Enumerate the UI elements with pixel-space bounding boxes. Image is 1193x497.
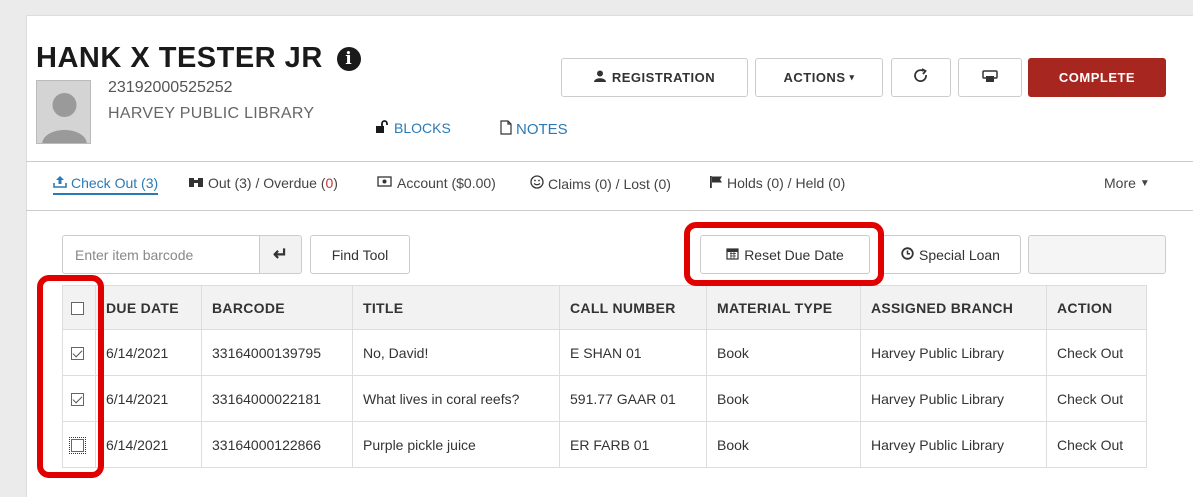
- column-header-action[interactable]: ACTION: [1046, 285, 1147, 330]
- material-type-cell: Book: [706, 421, 861, 468]
- table-row[interactable]: 6/14/2021 33164000139795 No, David! E SH…: [62, 329, 1147, 376]
- enter-arrow-icon: ↵: [272, 244, 289, 264]
- patron-name: HANK X TESTER JR: [36, 42, 323, 74]
- caret-down-icon: ▼: [1139, 177, 1150, 189]
- material-type-cell: Book: [706, 375, 861, 422]
- file-icon: [500, 120, 512, 139]
- highlight-checkbox-column: [37, 275, 104, 478]
- avatar: [36, 80, 91, 144]
- column-header-due-date[interactable]: DUE DATE: [95, 285, 202, 330]
- due-date-cell: 6/14/2021: [95, 421, 202, 468]
- actions-label: ACTIONS: [783, 70, 846, 85]
- clock-icon: [901, 246, 914, 263]
- highlight-reset-due-date: [684, 222, 884, 286]
- patron-id: 23192000525252: [108, 79, 233, 96]
- table-row[interactable]: 6/14/2021 33164000022181 What lives in c…: [62, 375, 1147, 422]
- tab-account-label: Account ($0.00): [397, 175, 496, 191]
- smile-icon: [530, 175, 544, 192]
- tab-claims-lost[interactable]: Claims (0) / Lost (0): [530, 175, 671, 192]
- branch-cell: Harvey Public Library: [860, 329, 1047, 376]
- tab-out-overdue[interactable]: Out (3) / Overdue (0): [188, 175, 338, 191]
- action-cell: Check Out: [1046, 375, 1147, 422]
- table-row[interactable]: 6/14/2021 33164000122866 Purple pickle j…: [62, 421, 1147, 468]
- action-cell: Check Out: [1046, 421, 1147, 468]
- barcode-cell: 33164000022181: [201, 375, 353, 422]
- refresh-button[interactable]: [891, 58, 951, 97]
- registration-label: REGISTRATION: [611, 70, 716, 85]
- more-label: More: [1104, 175, 1136, 191]
- patron-library: HARVEY PUBLIC LIBRARY: [108, 105, 315, 122]
- find-tool-button[interactable]: Find Tool: [310, 235, 410, 274]
- actions-dropdown-button[interactable]: ACTIONS ▾: [755, 58, 883, 97]
- column-header-material-type[interactable]: MATERIAL TYPE: [706, 285, 861, 330]
- column-header-assigned-branch[interactable]: ASSIGNED BRANCH: [860, 285, 1047, 330]
- binoculars-icon: [188, 175, 204, 191]
- printer-icon: [982, 69, 998, 86]
- unlock-icon: [375, 120, 389, 136]
- tab-out-label: Out (3) / Overdue (0): [208, 175, 338, 191]
- material-type-cell: Book: [706, 329, 861, 376]
- tab-check-out-label: Check Out (3): [71, 175, 159, 191]
- due-date-cell: 6/14/2021: [95, 375, 202, 422]
- call-number-cell: ER FARB 01: [559, 421, 707, 468]
- info-icon[interactable]: i: [336, 46, 361, 71]
- barcode-input[interactable]: [62, 235, 260, 274]
- blocks-link[interactable]: BLOCKS: [375, 120, 451, 136]
- call-number-cell: E SHAN 01: [559, 329, 707, 376]
- barcode-cell: 33164000122866: [201, 421, 353, 468]
- user-icon: [593, 70, 606, 85]
- tab-claims-label: Claims (0) / Lost (0): [548, 175, 671, 192]
- complete-button[interactable]: COMPLETE: [1028, 58, 1166, 97]
- barcode-cell: 33164000139795: [201, 329, 353, 376]
- due-date-cell: 6/14/2021: [95, 329, 202, 376]
- branch-cell: Harvey Public Library: [860, 375, 1047, 422]
- flag-icon: [709, 175, 723, 191]
- registration-button[interactable]: REGISTRATION: [561, 58, 748, 97]
- enter-button[interactable]: ↵: [259, 235, 302, 274]
- call-number-cell: 591.77 GAAR 01: [559, 375, 707, 422]
- branch-cell: Harvey Public Library: [860, 421, 1047, 468]
- more-menu[interactable]: More ▼: [1104, 175, 1150, 191]
- refresh-icon: [913, 68, 929, 87]
- special-loan-button[interactable]: Special Loan: [880, 235, 1021, 274]
- print-button[interactable]: [958, 58, 1022, 97]
- patron-header: HANK X TESTER JR i: [36, 42, 361, 75]
- blocks-label: BLOCKS: [394, 120, 451, 136]
- money-icon: [377, 175, 393, 191]
- column-header-title[interactable]: TITLE: [352, 285, 560, 330]
- tab-check-out[interactable]: Check Out (3): [53, 175, 159, 195]
- tab-holds-held[interactable]: Holds (0) / Held (0): [709, 175, 845, 191]
- tab-holds-label: Holds (0) / Held (0): [727, 175, 846, 191]
- notes-label: NOTES: [516, 121, 568, 138]
- caret-down-icon: ▾: [849, 72, 855, 82]
- checkout-table: DUE DATE BARCODE TITLE CALL NUMBER MATER…: [62, 285, 1147, 468]
- title-cell: What lives in coral reefs?: [352, 375, 560, 422]
- special-loan-label: Special Loan: [919, 246, 1000, 263]
- upload-icon: [53, 175, 67, 191]
- column-header-call-number[interactable]: CALL NUMBER: [559, 285, 707, 330]
- table-header-row: DUE DATE BARCODE TITLE CALL NUMBER MATER…: [62, 285, 1147, 330]
- title-cell: No, David!: [352, 329, 560, 376]
- action-cell: Check Out: [1046, 329, 1147, 376]
- column-header-barcode[interactable]: BARCODE: [201, 285, 353, 330]
- tab-account[interactable]: Account ($0.00): [377, 175, 496, 191]
- notes-link[interactable]: NOTES: [500, 120, 568, 139]
- title-cell: Purple pickle juice: [352, 421, 560, 468]
- empty-action-button[interactable]: [1028, 235, 1166, 274]
